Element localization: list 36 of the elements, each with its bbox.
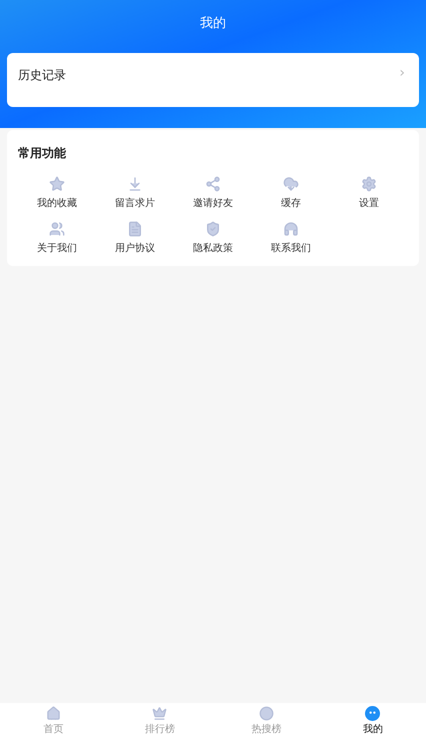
function-label: 留言求片	[115, 196, 155, 211]
chevron-icon: ›	[399, 66, 405, 80]
function-item[interactable]: 联系我们	[252, 221, 330, 256]
share-icon	[205, 176, 221, 192]
function-item[interactable]: 邀请好友	[174, 176, 252, 211]
tab[interactable]: 我的	[320, 703, 426, 739]
function-label: 缓存	[281, 196, 301, 211]
cloud-download-icon	[283, 176, 299, 192]
crown-icon	[152, 706, 168, 720]
function-label: 联系我们	[271, 242, 311, 256]
function-item[interactable]: 留言求片	[96, 176, 174, 211]
history-row[interactable]: 历史记录 ›	[7, 53, 419, 107]
function-item[interactable]: 我的收藏	[18, 176, 96, 211]
users-icon	[49, 221, 65, 237]
function-label: 用户协议	[115, 242, 155, 256]
function-label: 邀请好友	[193, 196, 233, 211]
star-icon	[49, 176, 65, 192]
headset-icon	[283, 221, 299, 237]
function-item[interactable]: 缓存	[252, 176, 330, 211]
home-icon	[46, 706, 61, 720]
function-item[interactable]: 用户协议	[96, 221, 174, 256]
document-icon	[127, 221, 143, 237]
section-title: 常用功能	[18, 145, 67, 162]
function-label: 隐私政策	[193, 242, 233, 256]
function-label: 我的收藏	[37, 196, 77, 211]
history-label: 历史记录	[18, 67, 66, 84]
function-item[interactable]: 隐私政策	[174, 221, 252, 256]
settings-icon	[361, 176, 377, 192]
shield-check-icon	[205, 221, 221, 237]
face-icon	[365, 706, 380, 720]
download-icon	[127, 176, 143, 192]
function-label: 关于我们	[37, 242, 77, 256]
function-item[interactable]: 关于我们	[18, 221, 96, 256]
function-item[interactable]: 设置	[330, 176, 408, 211]
function-label: 设置	[359, 196, 379, 211]
page-title: 我的	[200, 15, 226, 33]
